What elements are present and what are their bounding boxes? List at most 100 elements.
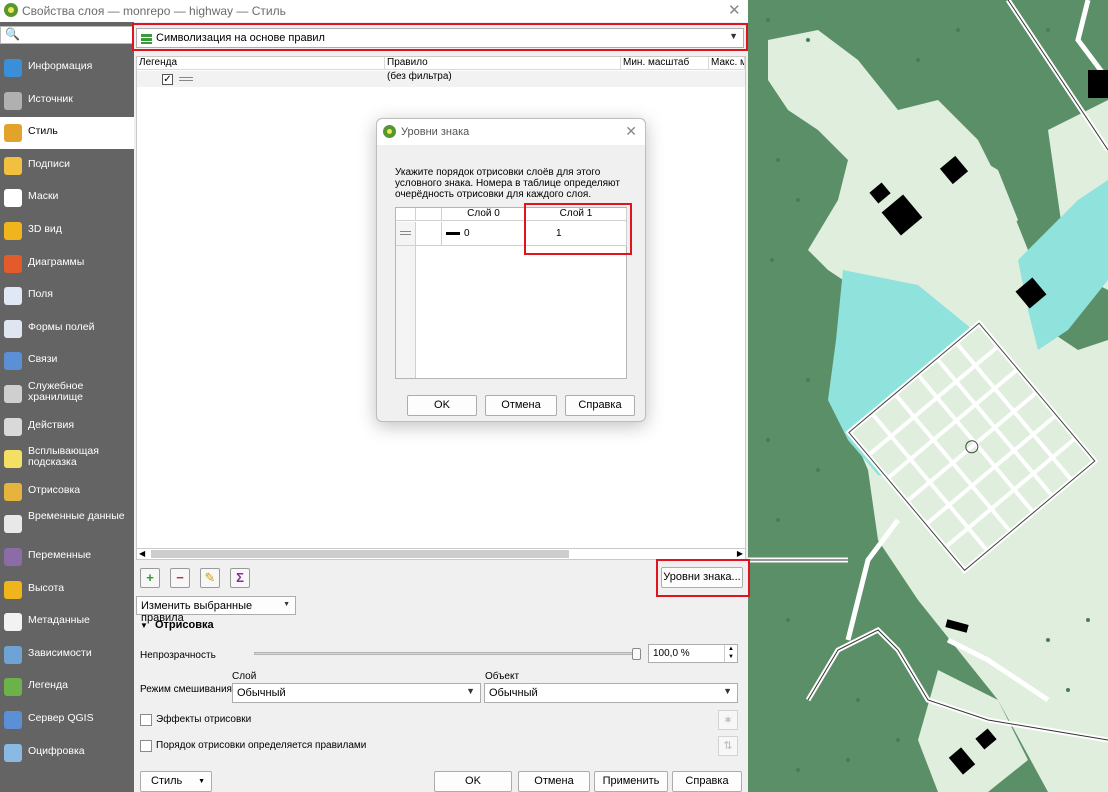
elevation-icon — [4, 580, 22, 599]
sidebar-item-diagrams[interactable]: Диаграммы — [0, 248, 134, 280]
sidebar-item-label: Метаданные — [28, 614, 90, 627]
line-symbol-preview-icon — [179, 77, 193, 81]
sidebar-item-variables[interactable]: Переменные — [0, 541, 134, 573]
sidebar-item-dependencies[interactable]: Зависимости — [0, 639, 134, 671]
window-close-button[interactable]: ✕ — [728, 1, 741, 19]
sidebar-item-metadata[interactable]: Метаданные — [0, 606, 134, 638]
scrollbar-thumb[interactable] — [151, 550, 569, 558]
opacity-slider-track — [254, 652, 638, 655]
sidebar-item-label: Высота — [28, 581, 65, 594]
sidebar-item-temporal[interactable]: Временные данные — [0, 508, 134, 540]
sidebar-item-auxiliary-storage[interactable]: Служебное хранилище — [0, 378, 134, 410]
add-rule-button[interactable]: + — [140, 568, 160, 588]
sidebar-item-legend[interactable]: Легенда — [0, 671, 134, 703]
sidebar-item-source[interactable]: Источник — [0, 85, 134, 117]
rule-order-checkbox[interactable] — [140, 740, 152, 752]
sidebar-item-style-brush[interactable]: Стиль — [0, 117, 134, 150]
sidebar-item-elevation[interactable]: Высота — [0, 574, 134, 606]
rendering-section-header[interactable]: ▼ Отрисовка — [140, 619, 214, 631]
dialog-cancel-button[interactable]: Отмена — [485, 395, 557, 416]
column-header-min-scale[interactable]: Мин. масштаб — [621, 57, 709, 70]
rule-order-settings-icon[interactable]: ⇅ — [718, 736, 738, 756]
chevron-down-icon: ▼ — [198, 778, 205, 785]
rule-row[interactable]: ✓ (без фильтра) — [137, 71, 745, 87]
rule-order-label: Порядок отрисовки определяется правилами — [156, 740, 367, 751]
chevron-down-icon: ▼ — [283, 601, 290, 608]
sidebar-item-label: 3D вид — [28, 223, 62, 235]
dialog-close-button[interactable]: ✕ — [625, 123, 637, 140]
layer-blend-select[interactable]: Обычный ▼ — [232, 683, 481, 703]
column-header-max-scale[interactable]: Макс. м — [709, 57, 745, 70]
layer-0-cell[interactable]: 0 — [442, 222, 526, 246]
ok-button[interactable]: OK — [434, 771, 512, 792]
highlight-symbol-levels-button — [656, 559, 750, 597]
opacity-slider-handle[interactable] — [632, 648, 641, 660]
remove-rule-button[interactable]: − — [170, 568, 190, 588]
sidebar-item-3d-view[interactable]: 3D вид — [0, 215, 134, 247]
style-menu-label: Стиль — [151, 775, 183, 787]
column-header-layer-0[interactable]: Слой 0 — [442, 208, 526, 221]
horizontal-scrollbar[interactable]: ◀ ▶ — [136, 548, 746, 560]
actions-icon — [4, 417, 22, 436]
dialog-title: Уровни знака — [401, 126, 470, 138]
cancel-button[interactable]: Отмена — [518, 771, 590, 792]
row-header-corner — [396, 208, 416, 221]
feature-blend-label: Объект — [485, 671, 520, 682]
sidebar-item-label: Оцифровка — [28, 744, 85, 757]
column-header-rule[interactable]: Правило — [385, 57, 621, 70]
temporal-icon — [4, 515, 22, 534]
draw-effects-checkbox[interactable] — [140, 714, 152, 726]
sidebar-search-input[interactable]: 🔍 — [0, 26, 134, 44]
column-header-legend[interactable]: Легенда — [137, 57, 385, 70]
qgis-logo-icon — [4, 3, 18, 17]
scroll-right-icon: ▶ — [736, 549, 743, 558]
sidebar-item-label: Связи — [28, 353, 58, 366]
opacity-spinbox[interactable]: 100,0 % ▲ ▼ — [648, 644, 738, 663]
sidebar-item-label: Маски — [28, 190, 59, 203]
apply-button[interactable]: Применить — [594, 771, 668, 792]
source-icon — [4, 91, 22, 110]
refine-rules-dropdown[interactable]: Изменить выбранные правила ▼ — [136, 596, 296, 624]
sidebar-item-label: Диаграммы — [28, 255, 85, 268]
dialog-help-button[interactable]: Справка — [565, 395, 635, 416]
feature-blend-select[interactable]: Обычный ▼ — [484, 683, 738, 703]
qgis-logo-icon — [383, 125, 396, 138]
help-button[interactable]: Справка — [672, 771, 742, 792]
sidebar-item-map-tips[interactable]: Всплывающая подсказка — [0, 443, 134, 475]
sidebar-item-masks[interactable]: Маски — [0, 182, 134, 214]
3d-view-icon — [4, 222, 22, 240]
sidebar-item-fields[interactable]: Поля — [0, 280, 134, 312]
opacity-slider[interactable] — [254, 648, 642, 660]
sidebar-item-labels[interactable]: Подписи — [0, 150, 134, 182]
layer-blend-value: Обычный — [237, 687, 286, 699]
opacity-label: Непрозрачность — [140, 650, 216, 661]
style-menu-button[interactable]: Стиль ▼ — [140, 771, 212, 792]
sidebar-item-qgis-server[interactable]: Сервер QGIS — [0, 704, 134, 736]
map-tips-icon — [4, 450, 22, 469]
style-brush-icon — [4, 124, 22, 143]
feature-blend-value: Обычный — [489, 687, 538, 699]
sidebar-item-digitizing[interactable]: Оцифровка — [0, 737, 134, 769]
sidebar-item-label: Сервер QGIS — [28, 712, 94, 724]
blend-mode-label: Режим смешивания — [140, 684, 232, 695]
sidebar-item-field-forms[interactable]: Формы полей — [0, 313, 134, 345]
title-bar: Свойства слоя — monrepo — highway — Стил… — [0, 0, 748, 22]
sidebar-item-joins[interactable]: Связи — [0, 345, 134, 377]
map-canvas[interactable] — [748, 0, 1108, 792]
rule-checkbox[interactable]: ✓ — [162, 74, 173, 85]
variables-icon — [4, 548, 22, 566]
dialog-ok-button[interactable]: OK — [407, 395, 477, 416]
row-handle[interactable] — [396, 222, 416, 246]
sidebar-item-label: Переменные — [28, 549, 92, 561]
sidebar-item-actions[interactable]: Действия — [0, 411, 134, 443]
sidebar-item-label: Зависимости — [28, 646, 92, 659]
edit-rule-button[interactable]: ✎ — [200, 568, 220, 588]
sidebar-item-info[interactable]: Информация — [0, 52, 134, 84]
highlight-renderer-combo — [132, 23, 748, 51]
sidebar-item-label: Действия — [28, 418, 75, 431]
row-header-column-fill — [396, 246, 416, 378]
draw-effects-settings-icon[interactable]: ✶ — [718, 710, 738, 730]
labels-icon — [4, 156, 22, 175]
sidebar-item-rendering[interactable]: Отрисовка — [0, 476, 134, 508]
summary-button[interactable]: Σ — [230, 568, 250, 588]
